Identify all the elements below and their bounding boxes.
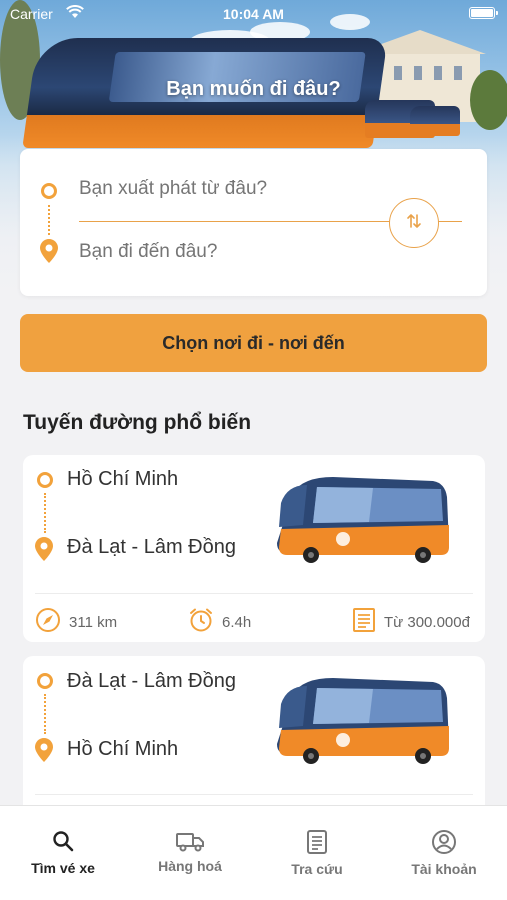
battery-icon — [469, 7, 498, 19]
route-card[interactable]: Hồ Chí Minh Đà Lạt - Lâm Đồng 311 km 6.4… — [23, 455, 485, 642]
tab-label: Tìm vé xe — [31, 860, 95, 876]
choose-route-button[interactable]: Chọn nơi đi - nơi đến — [20, 314, 487, 372]
location-pin-icon — [35, 738, 53, 767]
tab-cargo[interactable]: Hàng hoá — [127, 806, 253, 900]
duration-label: 6.4h — [222, 613, 252, 631]
alarm-clock-icon — [188, 607, 214, 637]
search-icon — [0, 829, 126, 853]
tab-label: Hàng hoá — [158, 858, 222, 874]
route-price: Từ 300.000đ — [352, 607, 470, 637]
origin-dot-icon — [37, 472, 53, 488]
origin-dot-icon — [37, 673, 53, 689]
card-divider — [35, 593, 473, 594]
route-connector — [48, 205, 50, 235]
receipt-icon — [352, 607, 376, 637]
section-title: Tuyến đường phổ biến — [23, 411, 252, 434]
price-label: Từ 300.000đ — [384, 613, 470, 631]
document-icon — [254, 829, 380, 855]
hero-title: Bạn muốn đi đâu? — [166, 78, 341, 100]
tab-label: Tài khoản — [411, 861, 477, 877]
tab-account[interactable]: Tài khoản — [381, 806, 507, 900]
destination-input[interactable] — [79, 241, 389, 263]
route-origin: Đà Lạt - Lâm Đồng — [67, 670, 236, 692]
route-card[interactable]: Đà Lạt - Lâm Đồng Hồ Chí Minh — [23, 656, 485, 826]
origin-input[interactable] — [79, 178, 389, 200]
swap-arrows-icon — [404, 211, 424, 236]
tab-label: Tra cứu — [291, 861, 343, 877]
status-bar: Carrier 10:04 AM — [0, 0, 507, 28]
bus-image — [273, 674, 453, 771]
route-duration: 6.4h — [188, 607, 251, 637]
compass-icon — [35, 607, 61, 637]
route-connector — [44, 493, 46, 533]
distance-label: 311 km — [69, 613, 118, 631]
clock: 10:04 AM — [223, 6, 284, 22]
location-pin-icon — [40, 239, 58, 268]
bus-image — [273, 473, 453, 570]
tab-bar: Tìm vé xe Hàng hoá Tra cứu Tài khoản — [0, 805, 507, 900]
truck-icon — [127, 829, 253, 853]
location-pin-icon — [35, 537, 53, 566]
tab-lookup[interactable]: Tra cứu — [254, 806, 380, 900]
route-connector — [44, 694, 46, 734]
route-destination: Đà Lạt - Lâm Đồng — [67, 536, 236, 558]
swap-button[interactable] — [389, 198, 439, 248]
route-origin: Hồ Chí Minh — [67, 468, 179, 490]
route-destination: Hồ Chí Minh — [67, 738, 179, 760]
tab-search-tickets[interactable]: Tìm vé xe — [0, 806, 126, 900]
search-card — [20, 149, 487, 296]
route-distance: 311 km — [35, 607, 117, 637]
origin-dot-icon — [41, 183, 57, 199]
account-icon — [381, 829, 507, 855]
card-divider — [35, 794, 473, 795]
